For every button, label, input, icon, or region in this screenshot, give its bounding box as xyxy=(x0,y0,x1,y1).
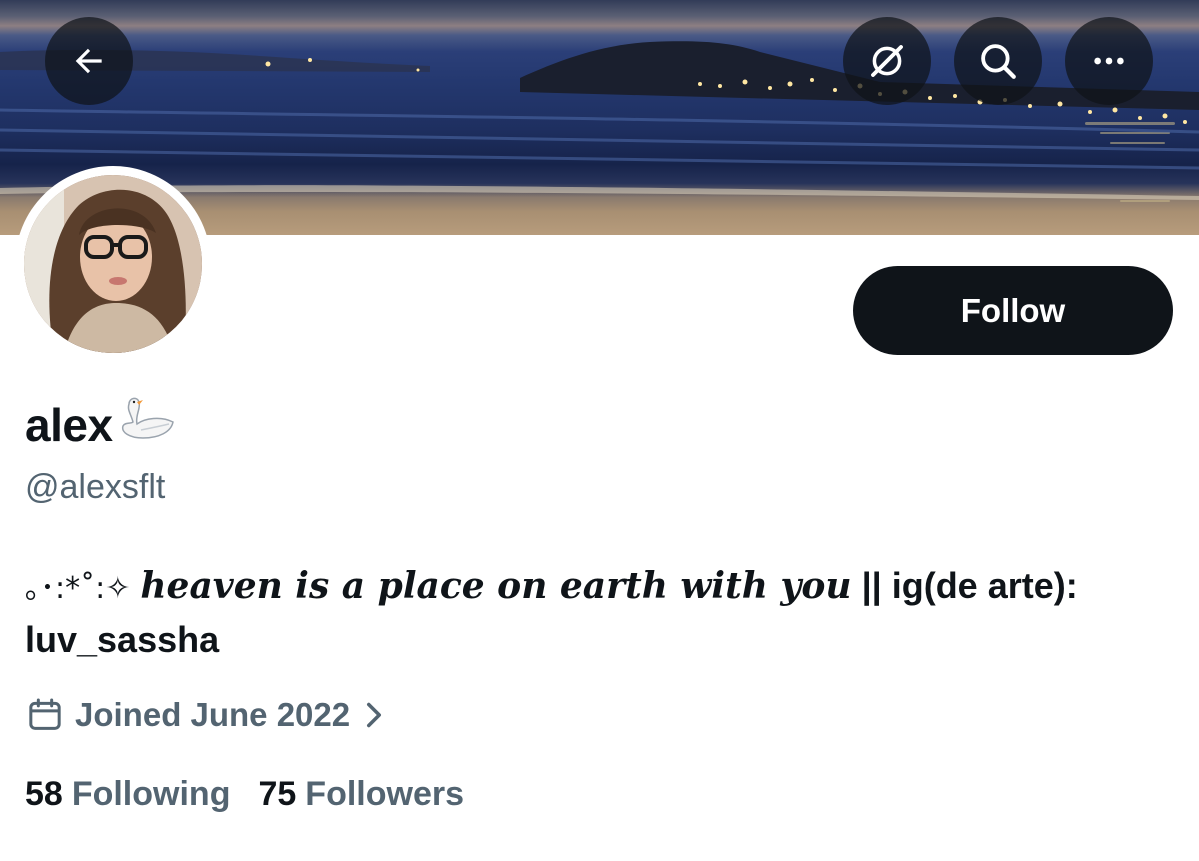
swan-emoji-icon xyxy=(115,394,181,455)
following-count: 58 xyxy=(25,775,63,813)
search-icon xyxy=(981,44,1016,79)
follow-button[interactable]: Follow xyxy=(853,266,1173,355)
following-label: Following xyxy=(71,775,231,813)
more-options-button[interactable] xyxy=(1065,17,1153,105)
user-handle: @alexsflt xyxy=(25,468,166,506)
calendar-icon xyxy=(29,698,61,730)
bio-fancy-text: heaven is a place on earth with you xyxy=(140,565,852,607)
avatar[interactable] xyxy=(15,166,211,362)
profile-stats: 58 Following 75 Followers xyxy=(25,775,492,814)
profile-bio: ｡･:*˚:✧ heaven is a place on earth with … xyxy=(25,560,1175,665)
followers-link[interactable]: 75 Followers xyxy=(258,775,464,814)
follow-button-label: Follow xyxy=(960,291,1066,329)
grok-icon xyxy=(871,45,903,77)
avatar-portrait-image xyxy=(24,175,202,353)
search-button[interactable] xyxy=(954,17,1042,105)
back-button[interactable] xyxy=(45,17,133,105)
more-icon xyxy=(1094,57,1124,65)
bio-symbols: ｡･:*˚:✧ xyxy=(25,571,131,606)
display-name-text: alex xyxy=(25,398,113,451)
avatar-photo xyxy=(24,175,202,353)
joined-date[interactable]: Joined June 2022 xyxy=(25,695,384,735)
following-link[interactable]: 58 Following xyxy=(25,775,230,814)
joined-date-text: Joined June 2022 xyxy=(75,696,351,733)
grok-button[interactable] xyxy=(843,17,931,105)
display-name: alex xyxy=(25,394,181,455)
followers-count: 75 xyxy=(258,775,297,813)
followers-label: Followers xyxy=(305,775,464,813)
back-arrow-icon xyxy=(75,48,102,74)
chevron-right-icon xyxy=(367,702,382,728)
